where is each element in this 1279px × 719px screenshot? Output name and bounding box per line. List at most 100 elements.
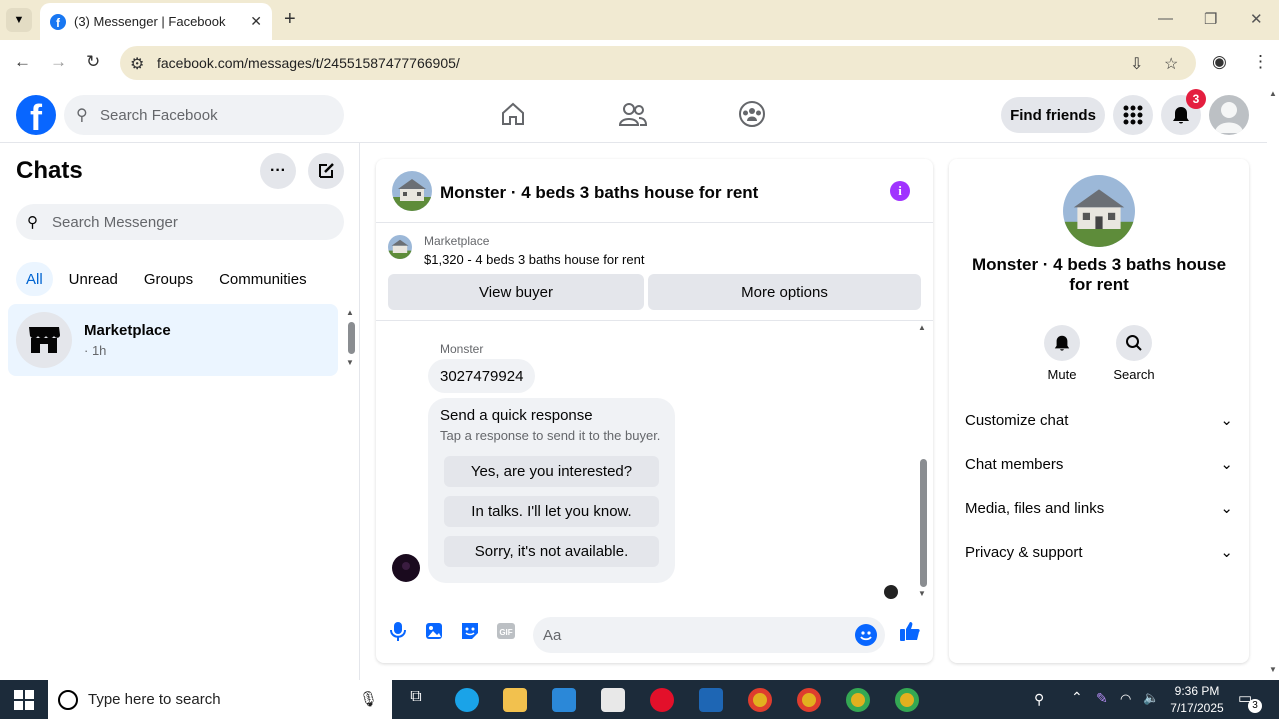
chat-item-marketplace[interactable]: Marketplace · 1h <box>8 304 338 376</box>
account-avatar[interactable] <box>1209 95 1249 135</box>
search-icon <box>1116 325 1152 361</box>
new-tab-button[interactable]: + <box>284 8 296 31</box>
message-input-placeholder: Aa <box>543 626 562 644</box>
facebook-header: f ⚲ Search Facebook Find friends 3 <box>0 87 1267 143</box>
listing-photo[interactable] <box>392 171 432 211</box>
friends-icon[interactable] <box>618 99 648 129</box>
new-message-icon[interactable] <box>308 153 344 189</box>
chats-sidebar: Chats ··· ⚲ Search Messenger All Unread … <box>0 143 360 680</box>
search-conversation-button[interactable]: Search <box>1104 325 1164 382</box>
section-label: Customize chat <box>965 411 1069 429</box>
minimize-icon[interactable]: — <box>1158 10 1173 27</box>
conversation-title[interactable]: Monster · 4 beds 3 baths house for rent <box>440 183 758 203</box>
chevron-up-icon[interactable]: ⌃ <box>1071 689 1083 706</box>
url-text: facebook.com/messages/t/2455158747776690… <box>157 55 460 71</box>
conversation-details-panel: Monster · 4 beds 3 baths house for rent … <box>949 159 1249 663</box>
restore-icon[interactable]: ❐ <box>1204 10 1217 28</box>
chevron-down-icon: ⌄ <box>1220 500 1233 517</box>
clock-time[interactable]: 9:36 PM <box>1166 684 1228 698</box>
forward-icon[interactable]: → <box>50 52 67 72</box>
notification-center-count: 3 <box>1248 699 1262 713</box>
back-icon[interactable]: ← <box>14 52 31 72</box>
message-bubble[interactable]: 3027479924 <box>428 359 536 393</box>
photos-icon[interactable] <box>699 688 723 712</box>
window-close-icon[interactable]: ✕ <box>1250 10 1263 28</box>
facebook-favicon-icon: f <box>50 13 66 30</box>
quick-response-interested[interactable]: Yes, are you interested? <box>444 456 659 487</box>
listing-price[interactable]: $1,320 - 4 beds 3 baths house for rent <box>424 252 644 267</box>
section-customize-chat[interactable]: Customize chat ⌄ <box>965 400 1233 440</box>
facebook-search-input[interactable]: ⚲ Search Facebook <box>64 95 344 135</box>
home-icon[interactable] <box>498 99 528 129</box>
pen-icon[interactable]: ✎ <box>1096 690 1108 707</box>
sender-avatar[interactable] <box>392 554 420 582</box>
like-thumbs-up-icon[interactable] <box>898 619 922 643</box>
listing-photo-large[interactable] <box>1063 175 1135 247</box>
taskbar-search-input[interactable]: Type here to search 🎙 <box>48 680 392 719</box>
install-app-icon[interactable]: ⇩ <box>1130 54 1143 74</box>
section-chat-members[interactable]: Chat members ⌄ <box>965 444 1233 484</box>
browser-tab[interactable]: f (3) Messenger | Facebook ✕ <box>40 3 272 40</box>
mute-button[interactable]: Mute <box>1032 325 1092 382</box>
info-icon[interactable]: i <box>890 181 910 201</box>
windows-taskbar: Type here to search 🎙 ⧉ ⚲ ⌃ ✎ ◠ 🔈 9:36 P… <box>0 680 1279 719</box>
page-scrollbar[interactable]: ▲ ▼ <box>1267 87 1279 680</box>
clock-date[interactable]: 7/17/2025 <box>1166 701 1228 715</box>
view-buyer-button[interactable]: View buyer <box>388 274 644 310</box>
more-options-icon[interactable]: ··· <box>260 153 296 189</box>
wifi-icon[interactable]: ◠ <box>1120 691 1131 707</box>
tab-search-button[interactable]: ▼ <box>6 8 32 32</box>
quick-response-not-available[interactable]: Sorry, it's not available. <box>444 536 659 567</box>
groups-icon[interactable] <box>737 99 767 129</box>
section-media-files-links[interactable]: Media, files and links ⌄ <box>965 488 1233 528</box>
browser-menu-icon[interactable]: ⋮ <box>1252 52 1269 72</box>
facebook-logo-icon[interactable]: f <box>16 95 56 135</box>
photo-icon[interactable] <box>422 619 446 643</box>
file-explorer-icon[interactable] <box>503 688 527 712</box>
store-icon[interactable] <box>601 688 625 712</box>
microphone-icon[interactable]: 🎙 <box>359 690 378 708</box>
section-label: Media, files and links <box>965 499 1105 517</box>
bookmark-star-icon[interactable]: ☆ <box>1164 54 1178 74</box>
opera-icon[interactable] <box>650 688 674 712</box>
filter-groups[interactable]: Groups <box>134 262 203 296</box>
volume-icon[interactable]: 🔈 <box>1143 690 1159 706</box>
emoji-icon[interactable] <box>855 624 877 646</box>
task-view-icon[interactable]: ⧉ <box>404 688 428 712</box>
address-bar[interactable]: ⚙ facebook.com/messages/t/24551587477766… <box>120 46 1196 80</box>
quick-response-in-talks[interactable]: In talks. I'll let you know. <box>444 496 659 527</box>
close-tab-icon[interactable]: ✕ <box>250 13 262 30</box>
more-options-button[interactable]: More options <box>648 274 921 310</box>
marketplace-label: Marketplace <box>424 234 490 248</box>
edge-icon[interactable] <box>455 688 479 712</box>
find-friends-button[interactable]: Find friends <box>1001 97 1105 133</box>
chrome-profile-icon[interactable] <box>797 688 821 712</box>
sticker-icon[interactable] <box>458 619 482 643</box>
message-scrollbar[interactable]: ▲ ▼ <box>916 323 930 603</box>
chrome-profile-3-icon[interactable] <box>895 688 919 712</box>
people-icon[interactable]: ⚲ <box>1034 691 1044 708</box>
microphone-icon[interactable] <box>386 619 410 643</box>
windows-start-icon[interactable] <box>14 690 34 715</box>
conversation-header: Monster · 4 beds 3 baths house for rent … <box>376 159 933 223</box>
profile-icon[interactable]: ◉ <box>1212 52 1227 72</box>
mail-icon[interactable] <box>552 688 576 712</box>
section-label: Chat members <box>965 455 1064 473</box>
sidebar-scrollbar[interactable]: ▲ ▼ <box>346 308 356 368</box>
filter-all[interactable]: All <box>16 262 53 296</box>
chrome-profile-2-icon[interactable] <box>846 688 870 712</box>
gif-icon[interactable]: GIF <box>494 619 518 643</box>
listing-thumbnail[interactable] <box>388 235 412 259</box>
search-icon: ⚲ <box>27 214 38 231</box>
menu-grid-icon[interactable] <box>1113 95 1153 135</box>
message-input[interactable]: Aa <box>533 617 885 653</box>
messenger-search-input[interactable]: ⚲ Search Messenger <box>16 204 344 240</box>
filter-communities[interactable]: Communities <box>209 262 317 296</box>
search-icon: ⚲ <box>76 107 88 124</box>
filter-unread[interactable]: Unread <box>59 262 128 296</box>
chats-title: Chats <box>16 157 83 184</box>
section-privacy-support[interactable]: Privacy & support ⌄ <box>965 532 1233 572</box>
reload-icon[interactable]: ↻ <box>86 52 100 72</box>
chrome-icon[interactable] <box>748 688 772 712</box>
site-info-icon[interactable]: ⚙ <box>130 54 144 74</box>
